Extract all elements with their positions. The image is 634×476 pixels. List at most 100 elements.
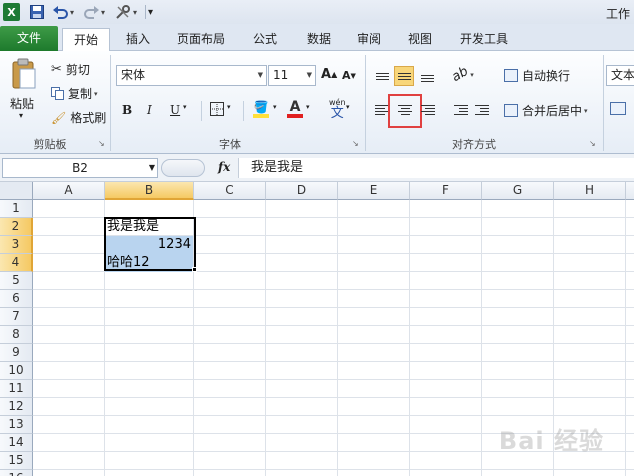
grow-font-icon[interactable]: A ▲ [321, 67, 337, 82]
align-middle-icon[interactable] [394, 66, 414, 86]
group-separator [110, 55, 111, 151]
fill-handle[interactable] [192, 267, 197, 272]
underline-button[interactable]: U [170, 103, 180, 117]
tab-review[interactable]: 审阅 [347, 28, 391, 51]
tools-icon[interactable] [113, 3, 133, 21]
fill-color-dropdown-icon[interactable]: ▾ [273, 103, 277, 111]
select-all-corner[interactable] [0, 182, 33, 200]
fill-color-button[interactable]: 🪣 [253, 100, 269, 118]
row-header-14[interactable]: 14 [0, 434, 33, 452]
italic-button[interactable]: I [147, 103, 152, 117]
increase-indent-icon[interactable] [472, 100, 492, 120]
wrap-text-icon [504, 69, 518, 82]
column-header-f[interactable]: F [410, 182, 482, 200]
column-header-h[interactable]: H [554, 182, 626, 200]
row-header-15[interactable]: 15 [0, 452, 33, 470]
font-color-button[interactable]: A [287, 100, 303, 118]
merge-center-dropdown-icon[interactable]: ▾ [584, 107, 588, 115]
phonetic-guide-button[interactable]: wén 文 [329, 99, 346, 121]
name-box-dropdown-icon[interactable]: ▼ [149, 159, 155, 177]
tab-data[interactable]: 数据 [297, 28, 341, 51]
column-header-b[interactable]: B [105, 182, 194, 200]
tools-dropdown-icon[interactable]: ▾ [133, 3, 137, 21]
name-box[interactable]: B2 ▼ [2, 158, 158, 178]
row-header-4[interactable]: 4 [0, 254, 33, 272]
clipboard-launcher-icon[interactable]: ↘ [98, 139, 105, 148]
customize-toolbar-icon[interactable]: ▾ [148, 3, 153, 21]
wrap-text-button[interactable]: 自动换行 [504, 67, 570, 84]
row-header-3[interactable]: 3 [0, 236, 33, 254]
font-name-dropdown-icon[interactable]: ▼ [258, 66, 263, 85]
align-right-icon[interactable] [418, 100, 438, 120]
column-header-a[interactable]: A [33, 182, 105, 200]
tab-developer[interactable]: 开发工具 [451, 28, 517, 51]
align-top-icon[interactable] [372, 66, 392, 86]
font-size-combo[interactable]: 11 ▼ [268, 65, 316, 86]
undo-icon[interactable] [50, 3, 70, 21]
paste-button[interactable]: 粘贴 [10, 95, 34, 112]
decrease-indent-icon[interactable] [451, 100, 471, 120]
save-icon[interactable] [29, 3, 44, 21]
formula-bar-splitter[interactable] [161, 159, 205, 177]
gridline [33, 361, 634, 362]
column-header-g[interactable]: G [482, 182, 554, 200]
gridline [625, 200, 626, 476]
orientation-icon[interactable]: ab ▾ [449, 64, 473, 85]
ribbon: 粘贴 ▾ ✂ 剪切 复制 ▾ 🖌 格式刷 剪贴板 ↘ 宋体 ▼ 11 ▼ A ▲… [0, 51, 634, 154]
tab-formulas[interactable]: 公式 [243, 28, 287, 51]
scissors-icon: ✂ [51, 62, 62, 77]
row-header-13[interactable]: 13 [0, 416, 33, 434]
row-header-6[interactable]: 6 [0, 290, 33, 308]
column-header-e[interactable]: E [338, 182, 410, 200]
borders-dropdown-icon[interactable]: ▾ [227, 103, 231, 111]
align-bottom-icon[interactable] [417, 68, 437, 88]
row-header-12[interactable]: 12 [0, 398, 33, 416]
row-header-5[interactable]: 5 [0, 272, 33, 290]
column-header-c[interactable]: C [194, 182, 266, 200]
tab-view[interactable]: 视图 [398, 28, 442, 51]
underline-dropdown-icon[interactable]: ▾ [183, 103, 187, 111]
row-header-8[interactable]: 8 [0, 326, 33, 344]
phonetic-dropdown-icon[interactable]: ▾ [346, 103, 350, 111]
column-header-d[interactable]: D [266, 182, 338, 200]
tab-page-layout[interactable]: 页面布局 [170, 28, 232, 51]
worksheet-grid[interactable]: A B C D E F G H 1 2 3 4 5 6 7 8 9 10 11 … [0, 182, 634, 476]
name-box-value: B2 [72, 161, 88, 175]
bold-button[interactable]: B [122, 103, 132, 117]
cut-button[interactable]: ✂ 剪切 [51, 61, 90, 78]
alignment-launcher-icon[interactable]: ↘ [589, 139, 596, 148]
row-header-1[interactable]: 1 [0, 200, 33, 218]
accounting-format-icon[interactable] [610, 102, 626, 115]
shrink-font-icon[interactable]: A ▼ [342, 69, 356, 82]
row-header-10[interactable]: 10 [0, 362, 33, 380]
row-header-7[interactable]: 7 [0, 308, 33, 326]
row-header-2[interactable]: 2 [0, 218, 33, 236]
insert-function-icon[interactable]: fx [218, 160, 230, 174]
font-size-value: 11 [273, 68, 289, 82]
formula-input[interactable]: 我是我是 [238, 158, 634, 178]
tab-insert[interactable]: 插入 [114, 28, 162, 51]
undo-dropdown-icon[interactable]: ▾ [70, 3, 74, 21]
font-launcher-icon[interactable]: ↘ [352, 139, 359, 148]
tab-file[interactable]: 文件 [0, 26, 58, 51]
column-header-partial[interactable] [626, 182, 634, 200]
font-color-dropdown-icon[interactable]: ▾ [306, 103, 310, 111]
paste-icon[interactable] [9, 57, 39, 91]
number-format-combo[interactable]: 文本 [606, 65, 634, 86]
borders-icon[interactable] [210, 102, 224, 116]
redo-icon[interactable] [82, 3, 102, 21]
copy-button[interactable]: 复制 ▾ [51, 85, 98, 102]
font-name-combo[interactable]: 宋体 ▼ [116, 65, 267, 86]
fill-color-swatch [253, 114, 269, 118]
excel-logo-icon[interactable]: X [3, 3, 20, 21]
format-painter-button[interactable]: 🖌 格式刷 [51, 109, 106, 126]
tab-home[interactable]: 开始 [62, 28, 110, 52]
paste-dropdown-icon[interactable]: ▾ [19, 111, 23, 120]
copy-dropdown-icon[interactable]: ▾ [94, 90, 98, 98]
redo-dropdown-icon[interactable]: ▾ [101, 3, 105, 21]
row-header-9[interactable]: 9 [0, 344, 33, 362]
font-size-dropdown-icon[interactable]: ▼ [307, 66, 312, 85]
row-header-11[interactable]: 11 [0, 380, 33, 398]
row-header-16[interactable]: 16 [0, 470, 33, 476]
merge-center-button[interactable]: 合并后居中 ▾ [504, 102, 588, 119]
